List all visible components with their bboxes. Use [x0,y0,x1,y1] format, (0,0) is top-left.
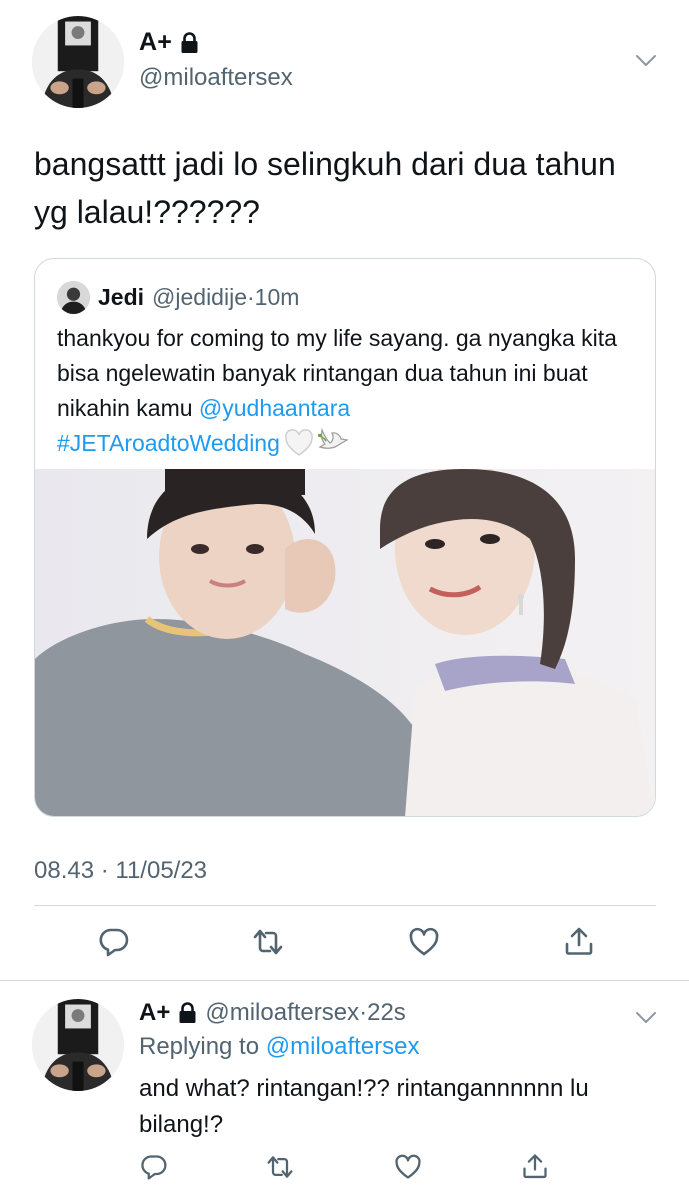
share-icon [521,1152,549,1180]
quote-meta-separator: · [247,284,255,310]
quote-tweet-card[interactable]: Jedi @jedidije·10m thankyou for coming t… [34,258,656,817]
white-heart-emoji-icon [284,429,314,457]
lock-icon [180,32,199,54]
reply-time[interactable]: 22s [367,999,406,1026]
reply-text: and what? rintangan!?? rintangannnnnn lu… [139,1075,589,1138]
like-button[interactable] [394,1153,422,1181]
mention-link[interactable]: @yudhaantara [199,395,350,421]
avatar[interactable] [32,16,124,108]
reply-header: A+ @miloaftersex·22s [139,999,406,1027]
reply-tweet[interactable]: A+ @miloaftersex·22s Replying to @miloaf… [0,981,689,1200]
reply-author-meta: @miloaftersex·22s [205,999,405,1027]
dove-emoji-icon [316,427,350,457]
divider [34,905,656,906]
heart-icon [408,926,440,958]
reply-button[interactable] [140,1153,168,1181]
replying-to-prefix: Replying to [139,1033,266,1060]
chevron-down-icon[interactable] [635,1011,657,1025]
hashtag-link[interactable]: #JETAroadtoWedding [57,430,280,456]
quote-author-handle: @jedidije [152,284,247,310]
reply-handle[interactable]: @miloaftersex [205,999,359,1026]
retweet-button[interactable] [266,1153,294,1181]
share-icon [563,925,595,957]
author-name-row[interactable]: A+ [139,28,199,57]
lock-icon [178,1002,197,1024]
replying-to-handle[interactable]: @miloaftersex [266,1033,420,1060]
share-button[interactable] [563,925,595,957]
reply-button[interactable] [98,926,130,958]
quote-text: thankyou for coming to my life sayang. g… [57,321,642,461]
quote-header: Jedi @jedidije·10m [57,281,299,314]
like-button[interactable] [408,926,440,958]
author-handle[interactable]: @miloaftersex [139,64,293,92]
retweet-icon [252,926,284,958]
avatar[interactable] [32,999,124,1091]
retweet-button[interactable] [252,926,284,958]
main-tweet: A+ @miloaftersex bangsattt jadi lo selin… [0,0,689,980]
quote-media-image[interactable] [35,469,655,816]
quote-author-meta: @jedidije·10m [152,284,299,311]
reply-action-bar [0,1149,689,1183]
reply-meta-separator: · [359,999,368,1026]
quote-author-name: Jedi [98,284,145,310]
replying-to: Replying to @miloaftersex [139,1033,420,1061]
quote-avatar [57,281,90,314]
display-name[interactable]: A+ [139,28,172,57]
chevron-down-icon[interactable] [635,54,657,68]
reply-icon [98,926,130,958]
heart-icon [394,1153,422,1181]
reply-icon [140,1153,168,1181]
action-bar [0,920,689,964]
tweet-timestamp[interactable]: 08.43 · 11/05/23 [34,857,207,885]
reply-display-name[interactable]: A+ [139,999,170,1027]
tweet-text: bangsattt jadi lo selingkuh dari dua tah… [34,146,616,230]
share-button[interactable] [521,1152,549,1180]
quote-time: 10m [254,284,300,310]
retweet-icon [266,1153,294,1181]
